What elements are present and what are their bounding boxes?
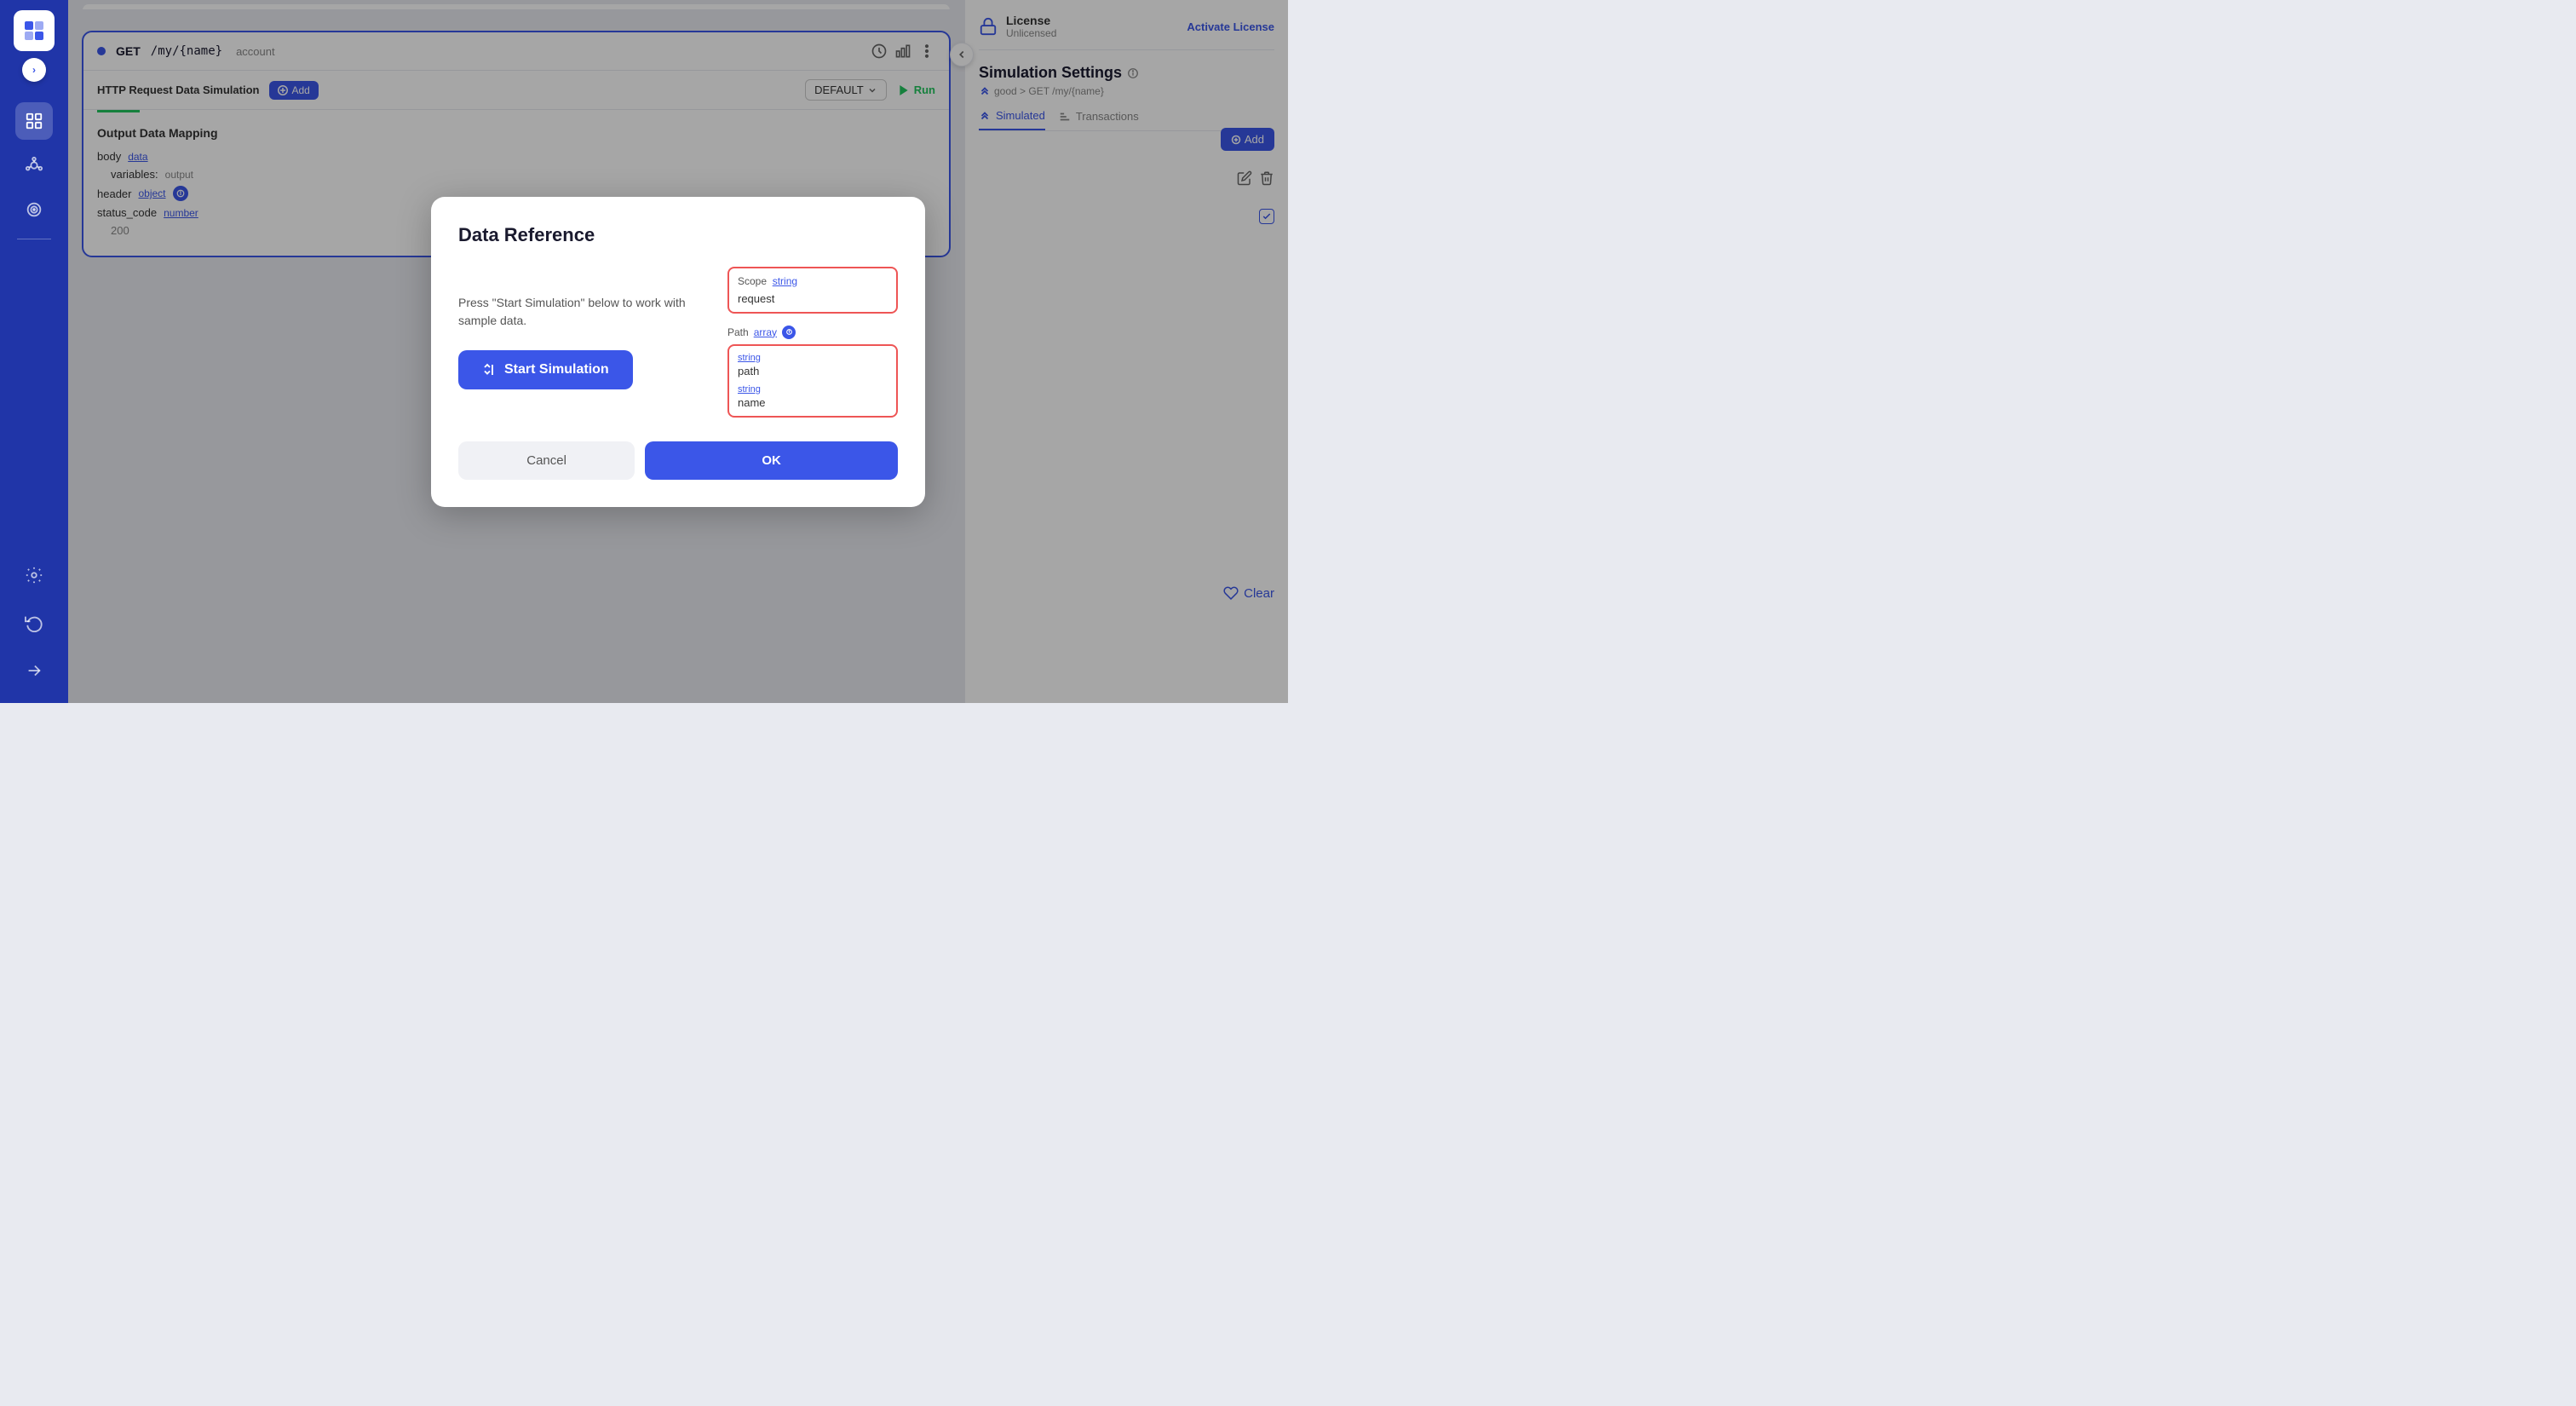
sidebar-item-refresh[interactable] [15,604,53,642]
modal-right: Scope string request Path array [727,267,898,418]
data-reference-modal: Data Reference Press "Start Simulation" … [431,197,925,507]
sidebar-expand-button[interactable]: › [22,58,46,82]
path-box: string path string name [727,344,898,418]
ok-button[interactable]: OK [645,441,898,480]
cancel-button[interactable]: Cancel [458,441,635,480]
scope-value: request [738,292,888,305]
sidebar: › [0,0,68,703]
path-val-0: path [738,365,888,377]
path-item-1: string name [738,384,888,409]
modal-title: Data Reference [458,224,898,246]
modal-footer: Cancel OK [458,441,898,480]
sidebar-item-layers[interactable] [15,102,53,140]
sim-icon [482,362,497,377]
sidebar-item-settings[interactable] [15,556,53,594]
scope-box: Scope string request [727,267,898,314]
modal-body: Press "Start Simulation" below to work w… [458,267,898,418]
start-sim-label: Start Simulation [504,362,609,377]
path-row: Path array [727,326,898,339]
path-item-0: string path [738,353,888,377]
path-label: Path [727,326,749,338]
path-type-0[interactable]: string [738,353,888,363]
sidebar-item-export[interactable] [15,652,53,689]
modal-overlay[interactable]: Data Reference Press "Start Simulation" … [68,0,1288,703]
path-val-1: name [738,396,888,409]
sidebar-bottom [15,553,53,693]
scope-header: Scope string [738,275,888,287]
path-type[interactable]: array [754,326,777,338]
modal-description: Press "Start Simulation" below to work w… [458,294,707,330]
sidebar-item-target[interactable] [15,191,53,228]
app-logo [14,10,55,51]
start-simulation-button[interactable]: Start Simulation [458,350,633,389]
scope-label: Scope [738,275,767,287]
scope-type[interactable]: string [773,275,797,287]
modal-left: Press "Start Simulation" below to work w… [458,267,707,418]
sidebar-item-network[interactable] [15,147,53,184]
path-info-button[interactable] [782,326,796,339]
path-type-1[interactable]: string [738,384,888,395]
